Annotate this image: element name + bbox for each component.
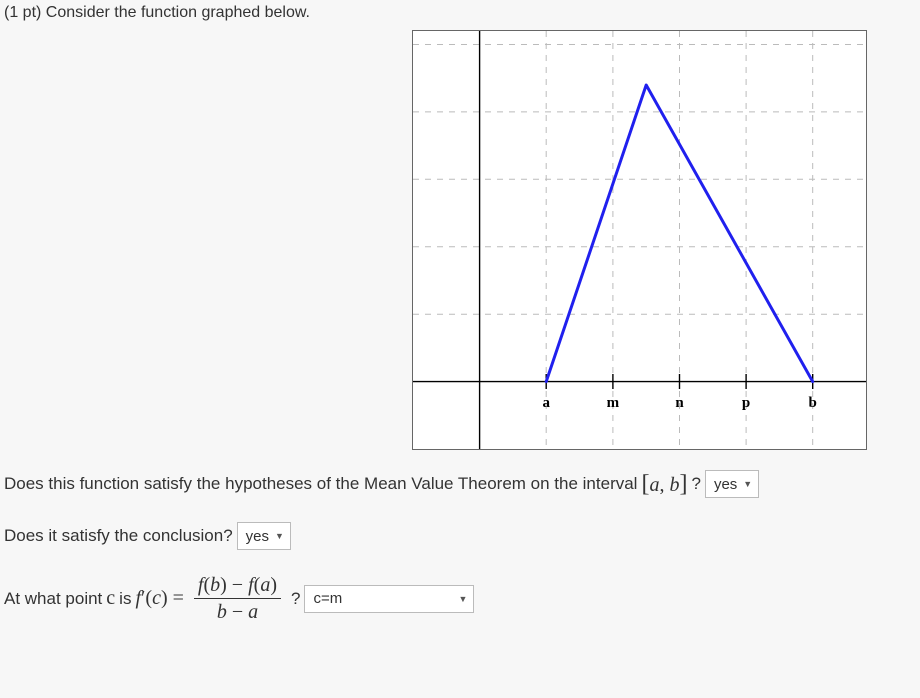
q3-fprime: f′(c) =: [135, 587, 183, 610]
function-graph: a m n p b: [412, 30, 867, 450]
q3-prefix: At what point: [4, 589, 102, 609]
q2-text: Does it satisfy the conclusion?: [4, 526, 233, 546]
q3-c: c: [106, 587, 115, 610]
q3-fraction: f(b) − f(a) b − a: [194, 574, 281, 623]
tick-m: m: [607, 395, 620, 411]
q3-select-value: c=m: [313, 590, 342, 607]
point-value: (1 pt): [4, 4, 41, 21]
problem-prompt: (1 pt) Consider the function graphed bel…: [4, 4, 920, 22]
q3-is: is: [119, 589, 131, 609]
q3-qmark: ?: [291, 589, 300, 609]
q2-select-value: yes: [246, 528, 269, 545]
interval-math: [a, b]: [641, 471, 687, 498]
q2-select[interactable]: yes ▼: [237, 522, 291, 550]
question-3: At what point c is f′(c) = f(b) − f(a) b…: [4, 574, 920, 623]
tick-n: n: [675, 395, 684, 411]
question-2: Does it satisfy the conclusion? yes ▼: [4, 522, 920, 550]
tick-p: p: [742, 395, 750, 411]
tick-b: b: [809, 395, 817, 411]
caret-down-icon: ▼: [275, 531, 284, 541]
q1-select-value: yes: [714, 476, 737, 493]
tick-a: a: [542, 395, 550, 411]
q1-text: Does this function satisfy the hypothese…: [4, 474, 637, 494]
caret-down-icon: ▼: [459, 594, 468, 604]
question-1: Does this function satisfy the hypothese…: [4, 470, 920, 498]
caret-down-icon: ▼: [743, 479, 752, 489]
q3-select[interactable]: c=m ▼: [304, 585, 474, 613]
graph-svg: a m n p b: [413, 31, 866, 449]
prompt-text: Consider the function graphed below.: [46, 4, 310, 21]
q1-select[interactable]: yes ▼: [705, 470, 759, 498]
